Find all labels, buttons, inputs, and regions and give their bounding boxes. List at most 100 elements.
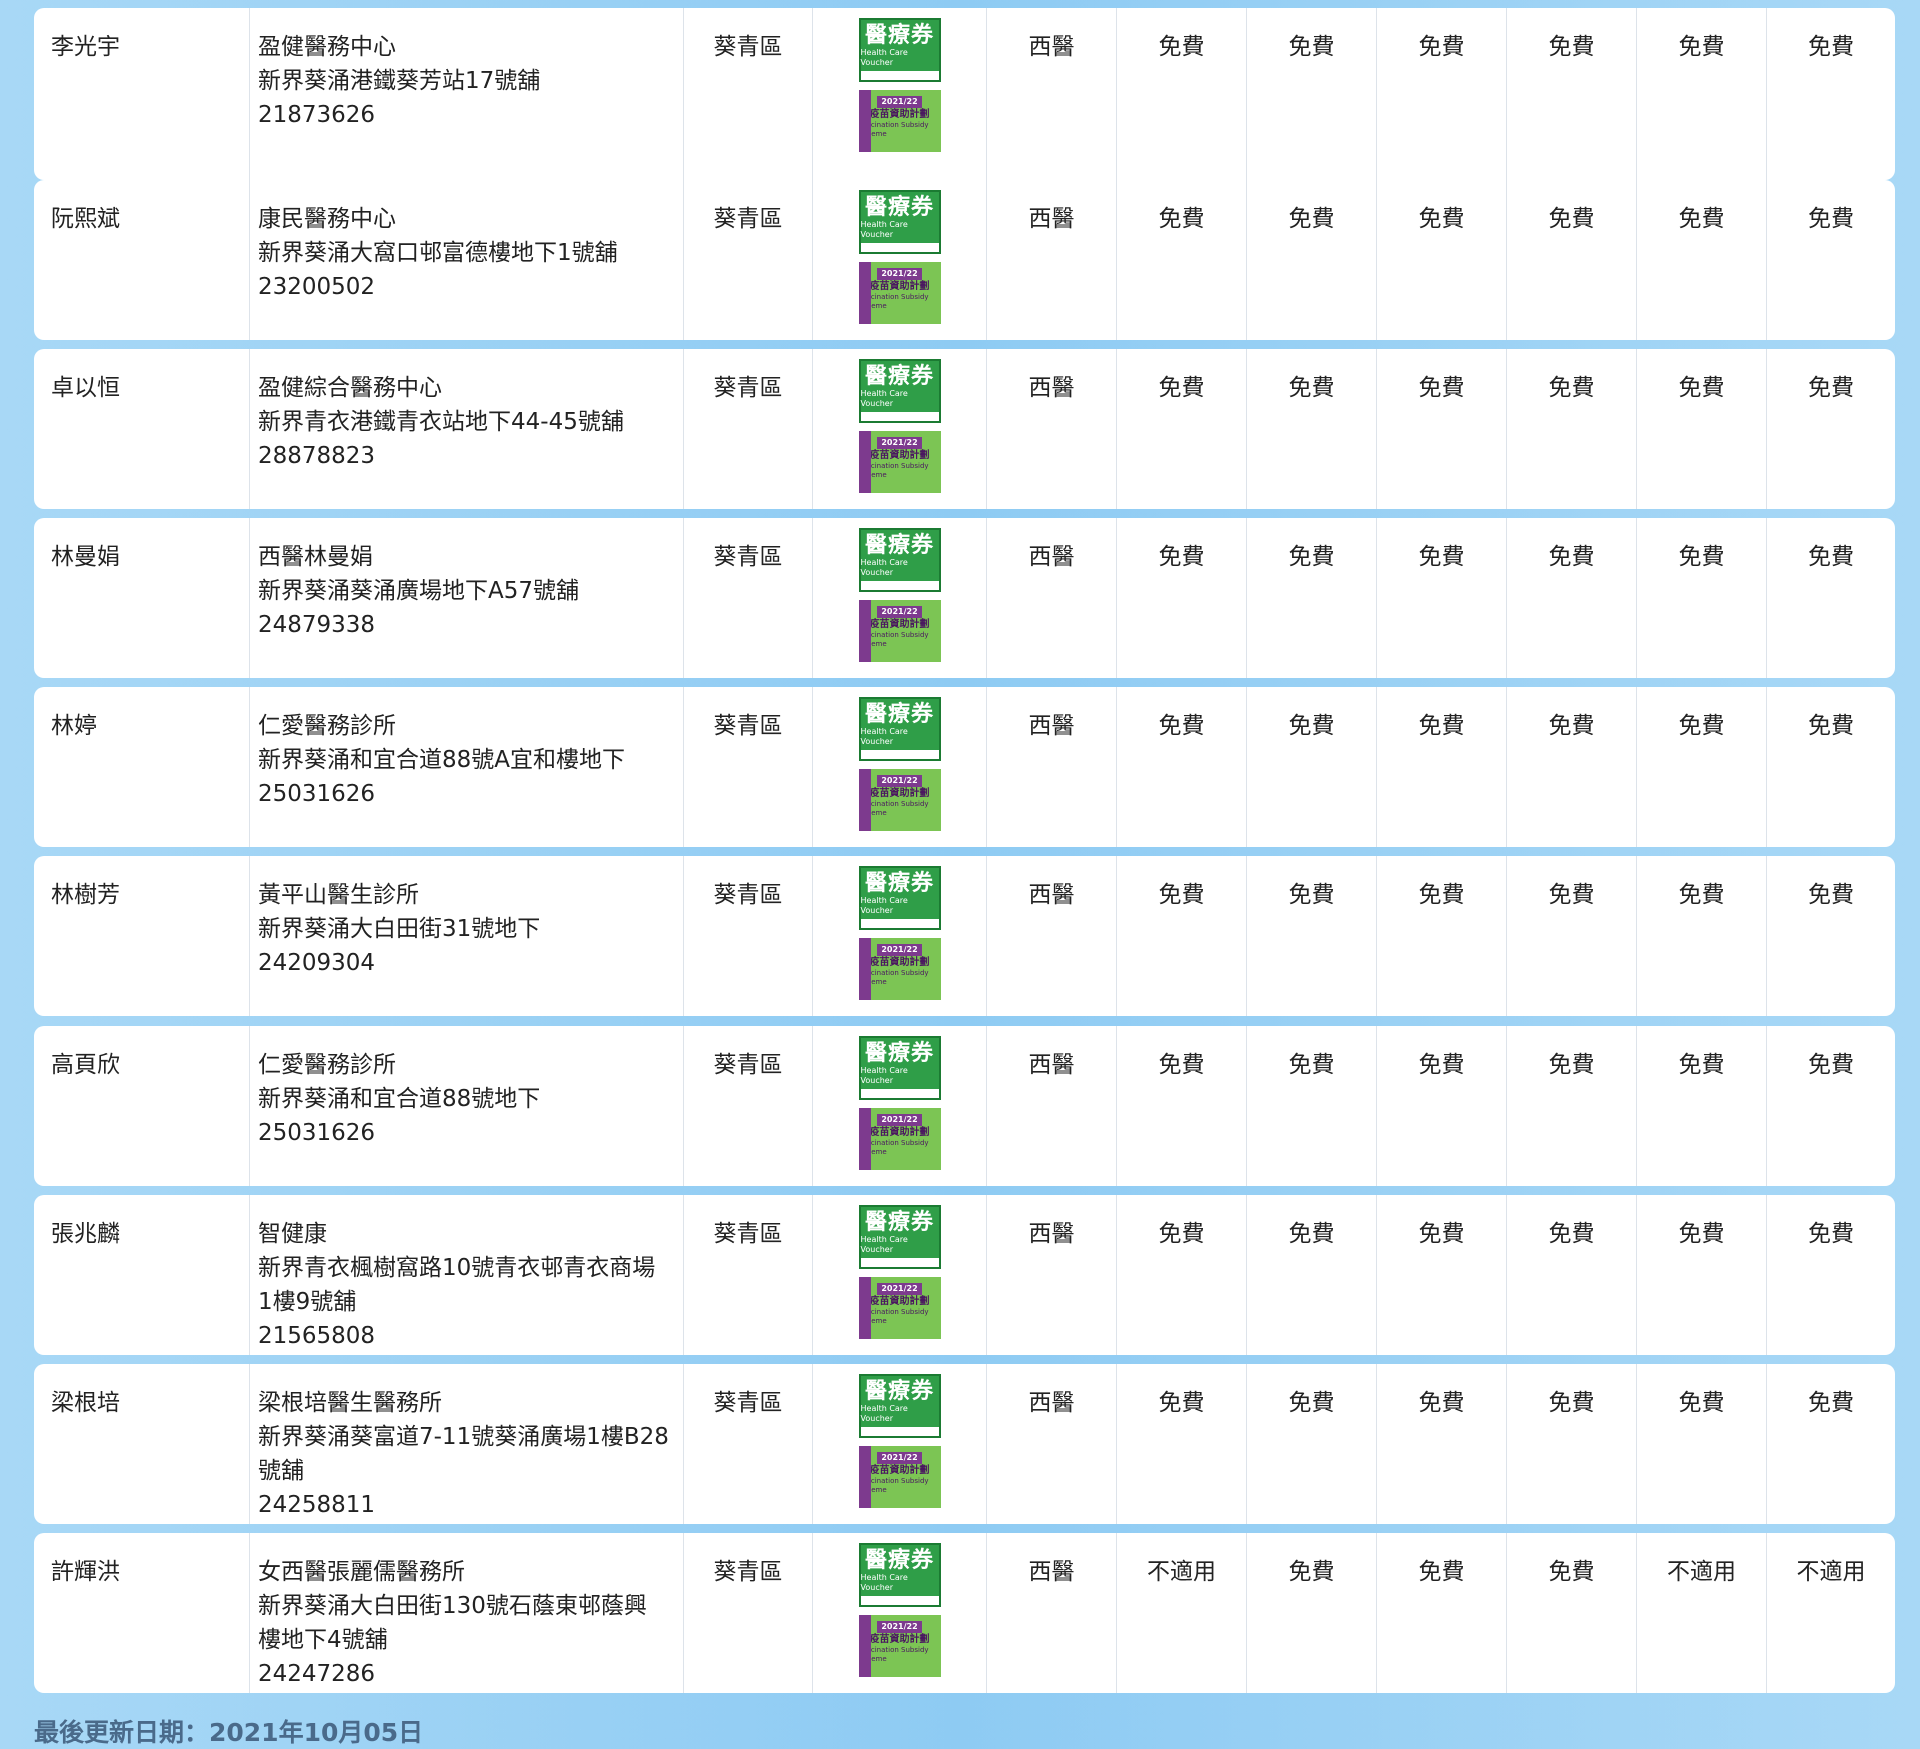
hcv-subtitle: Health Care Voucher xyxy=(860,48,908,67)
hcv-title: 醫療券 xyxy=(864,1210,934,1235)
fee-cell: 免費 xyxy=(1376,1026,1506,1186)
vaccination-subsidy-badge: 2021/22 疫苗資助計劃 Vaccination Subsidy Scheme xyxy=(858,769,941,831)
hcv-title: 醫療券 xyxy=(864,871,934,896)
clinic-info-cell: 康民醫務中心 新界葵涌大窩口邨富德樓地下1號舖 23200502 xyxy=(249,180,683,340)
doctor-name: 林婷 xyxy=(51,713,97,739)
hcv-strip xyxy=(860,1427,939,1436)
vss-subtitle: Vaccination Subsidy Scheme xyxy=(858,1308,929,1325)
vss-subtitle: Vaccination Subsidy Scheme xyxy=(858,1139,929,1156)
clinic-phone: 28878823 xyxy=(258,443,376,469)
hcv-subtitle: Health Care Voucher xyxy=(860,220,908,239)
health-care-voucher-badge: 醫療券 Health Care Voucher xyxy=(858,1036,941,1100)
clinic-address: 新界葵涌和宜合道88號A宜和樓地下 xyxy=(258,747,626,773)
vaccination-subsidy-badge: 2021/22 疫苗資助計劃 Vaccination Subsidy Scheme xyxy=(858,1277,941,1339)
district-cell: 葵青區 xyxy=(683,180,812,340)
practitioner-type-cell: 西醫 xyxy=(986,1364,1116,1524)
vaccination-subsidy-badge: 2021/22 疫苗資助計劃 Vaccination Subsidy Scheme xyxy=(858,90,941,152)
fee-cell: 免費 xyxy=(1636,8,1766,180)
fee-cell: 免費 xyxy=(1636,180,1766,340)
fee-cell: 免費 xyxy=(1636,1026,1766,1186)
doctor-name-cell: 張兆麟 xyxy=(34,1195,249,1355)
vss-year: 2021/22 xyxy=(877,437,922,449)
clinic-address: 新界葵涌大窩口邨富德樓地下1號舖 xyxy=(258,240,618,266)
clinic-name: 黃平山醫生診所 xyxy=(258,882,419,908)
clinic-phone: 24879338 xyxy=(258,612,376,638)
practitioner-type-cell: 西醫 xyxy=(986,349,1116,509)
health-care-voucher-badge: 醫療券 Health Care Voucher xyxy=(858,359,941,423)
clinic-name: 仁愛醫務診所 xyxy=(258,713,396,739)
fee-cell: 免費 xyxy=(1246,1026,1376,1186)
clinic-address: 新界葵涌葵涌廣場地下A57號舖 xyxy=(258,578,580,604)
fee-cell: 免費 xyxy=(1636,518,1766,678)
clinic-phone: 24247286 xyxy=(258,1661,376,1687)
fee-cell: 免費 xyxy=(1246,8,1376,180)
fee-cell: 免費 xyxy=(1116,180,1246,340)
hcv-strip xyxy=(860,1596,939,1605)
vaccination-subsidy-badge: 2021/22 疫苗資助計劃 Vaccination Subsidy Scheme xyxy=(858,1615,941,1677)
last-updated-text: 最後更新日期：2021年10月05日 xyxy=(34,1718,424,1747)
doctor-name: 卓以恒 xyxy=(51,375,120,401)
hcv-subtitle: Health Care Voucher xyxy=(860,1573,908,1592)
clinic-name: 女西醫張麗儒醫務所 xyxy=(258,1559,465,1585)
clinic-address-cont: 號舖 xyxy=(258,1458,304,1484)
fee-cell: 免費 xyxy=(1116,1364,1246,1524)
vaccination-subsidy-badge: 2021/22 疫苗資助計劃 Vaccination Subsidy Scheme xyxy=(858,1446,941,1508)
clinic-address-cont: 1樓9號舖 xyxy=(258,1289,357,1315)
health-care-voucher-badge: 醫療券 Health Care Voucher xyxy=(858,1205,941,1269)
vss-subtitle: Vaccination Subsidy Scheme xyxy=(858,1477,929,1494)
vaccination-subsidy-badge: 2021/22 疫苗資助計劃 Vaccination Subsidy Scheme xyxy=(858,938,941,1000)
doctor-name-cell: 阮熙斌 xyxy=(34,180,249,340)
fee-cell: 免費 xyxy=(1766,1195,1895,1355)
fee-cell: 免費 xyxy=(1766,856,1895,1016)
clinic-address: 新界青衣楓樹窩路10號青衣邨青衣商場 xyxy=(258,1255,656,1281)
fee-cell: 免費 xyxy=(1246,1364,1376,1524)
hcv-title: 醫療券 xyxy=(864,195,934,220)
doctor-name-cell: 許輝洪 xyxy=(34,1533,249,1693)
hcv-subtitle: Health Care Voucher xyxy=(860,896,908,915)
clinic-address: 新界葵涌港鐵葵芳站17號舖 xyxy=(258,68,541,94)
doctor-name-cell: 林婷 xyxy=(34,687,249,847)
fee-cell: 免費 xyxy=(1506,518,1636,678)
hcv-subtitle: Health Care Voucher xyxy=(860,727,908,746)
district-cell: 葵青區 xyxy=(683,687,812,847)
fee-cell: 免費 xyxy=(1506,1533,1636,1693)
clinic-phone: 25031626 xyxy=(258,1120,376,1146)
vss-year: 2021/22 xyxy=(877,775,922,787)
health-care-voucher-badge: 醫療券 Health Care Voucher xyxy=(858,528,941,592)
fee-cell: 免費 xyxy=(1506,8,1636,180)
fee-cell: 免費 xyxy=(1506,1364,1636,1524)
district-cell: 葵青區 xyxy=(683,1364,812,1524)
table-row: 張兆麟 智健康 新界青衣楓樹窩路10號青衣邨青衣商場 1樓9號舖 21565808 葵青區… xyxy=(34,1195,1895,1355)
fee-cell: 免費 xyxy=(1246,687,1376,847)
hcv-title: 醫療券 xyxy=(864,702,934,727)
vss-year: 2021/22 xyxy=(877,944,922,956)
fee-cell: 免費 xyxy=(1116,1195,1246,1355)
clinic-phone: 24209304 xyxy=(258,950,376,976)
doctor-name-cell: 林曼娟 xyxy=(34,518,249,678)
fee-cell: 免費 xyxy=(1636,1195,1766,1355)
vss-year: 2021/22 xyxy=(877,1283,922,1295)
practitioner-type-cell: 西醫 xyxy=(986,687,1116,847)
table-row: 林曼娟 西醫林曼娟 新界葵涌葵涌廣場地下A57號舖 24879338 葵青區 醫療券 Hea… xyxy=(34,518,1895,678)
table-row: 卓以恒 盈健綜合醫務中心 新界青衣港鐵青衣站地下44-45號舖 28878823 葵青區… xyxy=(34,349,1895,509)
fee-cell: 不適用 xyxy=(1766,1533,1895,1693)
vss-subtitle: Vaccination Subsidy Scheme xyxy=(858,800,929,817)
health-care-voucher-badge: 醫療券 Health Care Voucher xyxy=(858,18,941,82)
doctor-name: 阮熙斌 xyxy=(51,206,120,232)
fee-cell: 不適用 xyxy=(1116,1533,1246,1693)
fee-cell: 免費 xyxy=(1376,856,1506,1016)
district-cell: 葵青區 xyxy=(683,518,812,678)
clinic-phone: 25031626 xyxy=(258,781,376,807)
hcv-title: 醫療券 xyxy=(864,1379,934,1404)
health-care-voucher-badge: 醫療券 Health Care Voucher xyxy=(858,866,941,930)
fee-cell: 免費 xyxy=(1116,1026,1246,1186)
practitioner-type-cell: 西醫 xyxy=(986,180,1116,340)
doctor-name-cell: 高頁欣 xyxy=(34,1026,249,1186)
practitioner-type-cell: 西醫 xyxy=(986,8,1116,180)
fee-cell: 免費 xyxy=(1506,1195,1636,1355)
vss-title: 疫苗資助計劃 xyxy=(869,281,930,292)
fee-cell: 免費 xyxy=(1766,687,1895,847)
hcv-strip xyxy=(860,1089,939,1098)
vss-title: 疫苗資助計劃 xyxy=(869,1465,930,1476)
clinic-name: 盈健醫務中心 xyxy=(258,34,396,60)
